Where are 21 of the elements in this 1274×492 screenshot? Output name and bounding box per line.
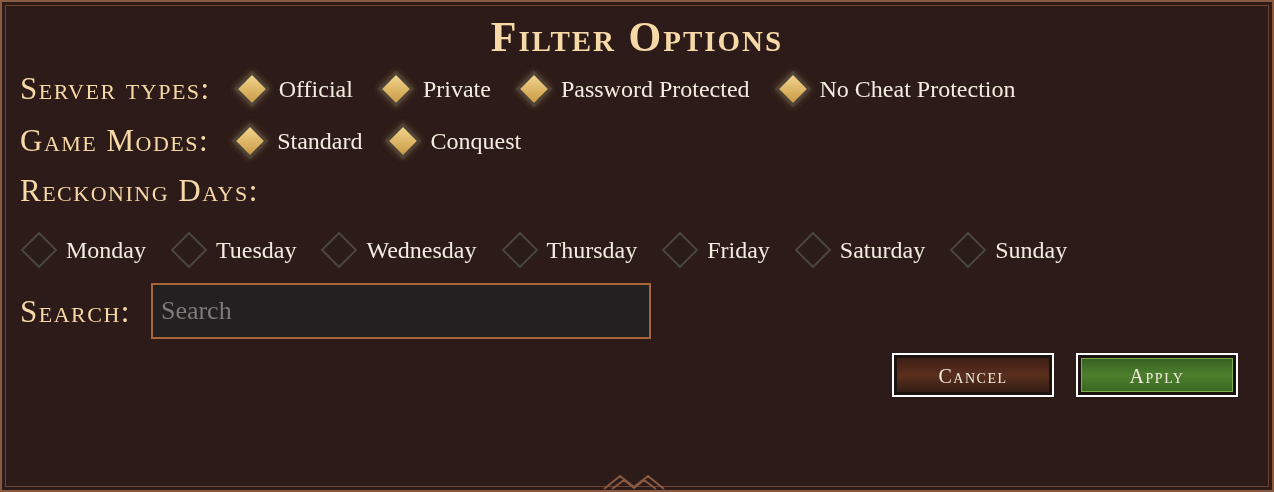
option-label: Private <box>422 75 491 104</box>
cancel-button[interactable]: Cancel <box>892 353 1054 398</box>
option-label: Thursday <box>546 236 638 266</box>
option-label: Conquest <box>430 127 522 156</box>
section-label: Server types: <box>20 70 211 108</box>
option-label: Friday <box>707 236 770 266</box>
apply-button[interactable]: Apply <box>1076 353 1238 398</box>
search-label: Search: <box>20 292 131 330</box>
option-label: Password Protected <box>560 75 750 104</box>
dialog-title: Filter Options <box>489 16 785 58</box>
section-label: Game Modes: <box>20 122 210 160</box>
option-label: Sunday <box>995 236 1068 266</box>
option-label: Saturday <box>839 236 926 266</box>
option-label: Tuesday <box>216 236 297 266</box>
option-label: Standard <box>277 127 363 156</box>
option-label: Monday <box>66 236 146 266</box>
search-field[interactable]: Search <box>150 283 651 340</box>
option-label: Wednesday <box>366 236 477 266</box>
option-label: No Cheat Protection <box>819 75 1016 104</box>
section-label: Reckoning Days: <box>20 172 260 210</box>
option-label: Official <box>278 75 353 104</box>
